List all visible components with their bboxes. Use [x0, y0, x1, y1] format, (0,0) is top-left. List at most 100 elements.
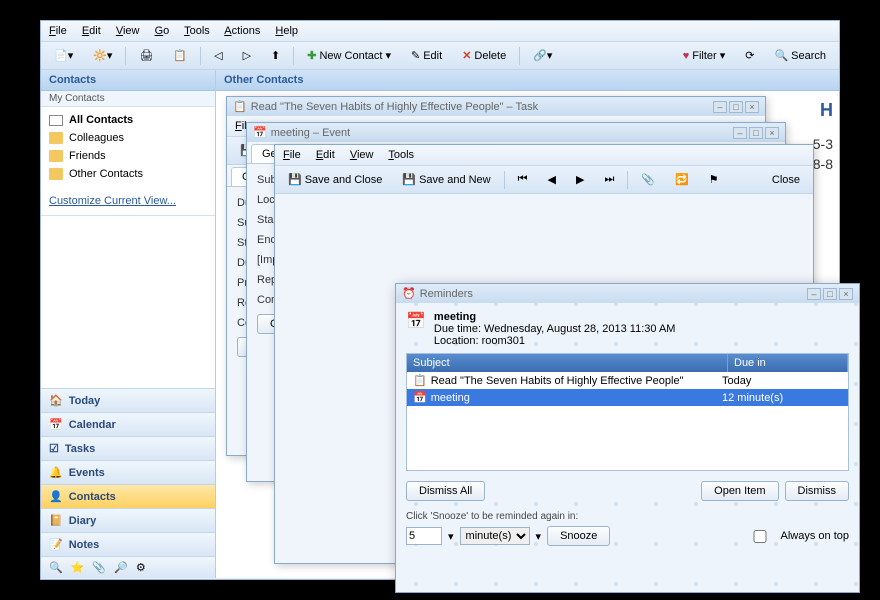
save-close-button[interactable]: 💾 Save and Close [281, 170, 389, 189]
flag-button[interactable]: ⚑ [702, 170, 726, 189]
snooze-label: Click 'Snooze' to be reminded again in: [406, 511, 849, 522]
preview-button[interactable]: 📋 [166, 46, 194, 65]
print-button[interactable]: 🖨 [132, 46, 160, 65]
filter-button[interactable]: ♥ Filter ▾ [676, 46, 733, 65]
close-button[interactable]: Close [765, 171, 807, 189]
last-button[interactable]: ⏭ [597, 170, 621, 189]
window-titlebar[interactable]: ⏰ Reminders –□× [396, 284, 859, 303]
separator [519, 47, 520, 65]
task-icon: 📋 [413, 374, 427, 387]
shortcut-icon[interactable]: ⚙ [136, 561, 146, 574]
open-item-button[interactable]: Open Item [701, 481, 778, 501]
minimize-button[interactable]: – [713, 101, 727, 113]
menu-edit[interactable]: Edit [82, 25, 101, 37]
sidebar-item-all-contacts[interactable]: All Contacts [41, 111, 215, 129]
maximize-button[interactable]: □ [729, 101, 743, 113]
menu-view[interactable]: View [116, 25, 140, 37]
back-button[interactable]: ◁ [207, 46, 229, 65]
menu-go[interactable]: Go [155, 25, 170, 37]
shortcut-icon[interactable]: 🔎 [114, 561, 128, 574]
list-header: Subject Due in [407, 354, 848, 372]
sidebar-item-friends[interactable]: Friends [41, 147, 215, 165]
up-button[interactable]: ⬆ [264, 46, 287, 65]
reminder-row-selected[interactable]: 📅meeting 12 minute(s) [407, 389, 848, 406]
always-on-top-checkbox[interactable]: Always on top [742, 530, 849, 543]
save-new-button[interactable]: 💾 Save and New [395, 170, 497, 189]
first-button[interactable]: ⏮ [511, 170, 535, 189]
close-button[interactable]: × [839, 288, 853, 300]
nav-diary[interactable]: 📔 Diary [41, 508, 215, 532]
event-icon: 📅 [253, 126, 267, 139]
nav-today[interactable]: 🏠 Today [41, 388, 215, 412]
menu-tools[interactable]: Tools [388, 149, 414, 161]
minimize-button[interactable]: – [733, 127, 747, 139]
close-button[interactable]: × [745, 101, 759, 113]
folder-icon [49, 168, 63, 180]
delete-button[interactable]: ✕ Delete [455, 46, 513, 65]
refresh-button[interactable]: ⟳ [738, 46, 761, 65]
sidebar-subheader: My Contacts [41, 91, 215, 107]
calendar-icon: 📅 [406, 311, 426, 347]
nav-tasks[interactable]: ☑ Tasks [41, 436, 215, 460]
shortcut-icon[interactable]: 📎 [92, 561, 106, 574]
menu-help[interactable]: Help [275, 25, 298, 37]
customize-view-link[interactable]: Customize Current View... [41, 187, 215, 216]
dismiss-all-button[interactable]: Dismiss All [406, 481, 485, 501]
new-dropdown[interactable]: 📄▾ [47, 46, 80, 65]
reminder-row[interactable]: 📋Read "The Seven Habits of Highly Effect… [407, 372, 848, 389]
partial-text: 5-3 [813, 136, 833, 152]
nav-contacts[interactable]: 👤 Contacts [41, 484, 215, 508]
fwd-button[interactable]: ▷ [236, 46, 258, 65]
menu-actions[interactable]: Actions [224, 25, 260, 37]
sidebar-header: Contacts [41, 70, 215, 91]
window-titlebar[interactable]: 📋 Read "The Seven Habits of Highly Effec… [227, 97, 765, 116]
menu-edit[interactable]: Edit [316, 149, 335, 161]
new-contact-button[interactable]: ✚ New Contact ▾ [300, 46, 398, 65]
snooze-unit-select[interactable]: minute(s) [460, 527, 530, 545]
window-title-text: meeting – Event [271, 127, 351, 139]
dismiss-button[interactable]: Dismiss [785, 481, 850, 501]
nav-pane: 🏠 Today 📅 Calendar ☑ Tasks 🔔 Events 👤 Co… [41, 388, 215, 578]
letter-index-H[interactable]: H [820, 100, 833, 121]
shortcut-icon[interactable]: 🔍 [49, 561, 63, 574]
menu-tools[interactable]: Tools [184, 25, 210, 37]
reminder-due-time: Due time: Wednesday, August 28, 2013 11:… [434, 323, 849, 335]
reminder-list: Subject Due in 📋Read "The Seven Habits o… [406, 353, 849, 471]
minimize-button[interactable]: – [807, 288, 821, 300]
maximize-button[interactable]: □ [823, 288, 837, 300]
close-button[interactable]: × [765, 127, 779, 139]
tool-btn-2[interactable]: 🔆▾ [86, 46, 119, 65]
snooze-value-input[interactable] [406, 527, 442, 545]
col-subject[interactable]: Subject [407, 354, 728, 372]
reminder-info: meeting Due time: Wednesday, August 28, … [434, 311, 849, 347]
contact-folders: All Contacts Colleagues Friends Other Co… [41, 107, 215, 187]
recur-button[interactable]: 🔁 [668, 170, 696, 189]
reminder-title: meeting [434, 311, 849, 323]
link-button[interactable]: 🔗▾ [526, 46, 559, 65]
nav-events[interactable]: 🔔 Events [41, 460, 215, 484]
menu-file[interactable]: File [49, 25, 67, 37]
nav-notes[interactable]: 📝 Notes [41, 532, 215, 556]
spinner-icon[interactable]: ▾ [536, 530, 542, 543]
next-button[interactable]: ▶ [569, 170, 591, 189]
menu-file[interactable]: File [283, 149, 301, 161]
shortcut-icon[interactable]: ⭐ [71, 561, 85, 574]
nav-calendar[interactable]: 📅 Calendar [41, 412, 215, 436]
reminder-location: Location: room301 [434, 335, 849, 347]
app-window: File Edit View Go Tools Actions Help 📄▾ … [40, 20, 840, 580]
maximize-button[interactable]: □ [749, 127, 763, 139]
prev-button[interactable]: ◀ [541, 170, 563, 189]
sidebar-item-colleagues[interactable]: Colleagues [41, 129, 215, 147]
menu-view[interactable]: View [350, 149, 374, 161]
attach-button[interactable]: 📎 [634, 170, 662, 189]
content-area: Other Contacts H 5-3 8-8 📋 Read "The Sev… [216, 70, 839, 578]
search-button[interactable]: 🔍 Search [767, 46, 833, 65]
task-icon: 📋 [233, 100, 247, 113]
col-due-in[interactable]: Due in [728, 354, 848, 372]
window-titlebar[interactable]: 📅 meeting – Event –□× [247, 123, 785, 142]
snooze-button[interactable]: Snooze [547, 526, 610, 546]
sidebar-item-other-contacts[interactable]: Other Contacts [41, 165, 215, 183]
spinner-icon[interactable]: ▾ [448, 530, 454, 543]
card-icon [49, 115, 63, 126]
edit-button[interactable]: ✎ Edit [404, 46, 449, 65]
